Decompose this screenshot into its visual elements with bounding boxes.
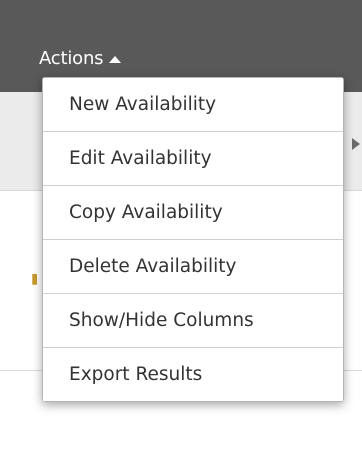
menu-item-new-availability[interactable]: New Availability (43, 78, 343, 132)
menu-item-label: Edit Availability (69, 148, 212, 169)
actions-dropdown-button[interactable]: Actions (39, 44, 122, 72)
menu-item-label: Export Results (69, 364, 203, 385)
actions-label: Actions (39, 47, 104, 69)
menu-item-label: New Availability (69, 94, 217, 115)
menu-item-edit-availability[interactable]: Edit Availability (43, 132, 343, 186)
menu-item-show-hide-columns[interactable]: Show/Hide Columns (43, 294, 343, 348)
page: Actions ▮ New Availability Edit Availabi… (0, 0, 362, 471)
menu-item-delete-availability[interactable]: Delete Availability (43, 240, 343, 294)
menu-item-copy-availability[interactable]: Copy Availability (43, 186, 343, 240)
actions-menu: New Availability Edit Availability Copy … (42, 77, 344, 402)
menu-item-export-results[interactable]: Export Results (43, 348, 343, 401)
menu-item-label: Delete Availability (69, 256, 237, 277)
menu-item-label: Show/Hide Columns (69, 310, 254, 331)
chevron-right-icon (352, 138, 360, 150)
menu-item-label: Copy Availability (69, 202, 223, 223)
caret-up-icon (109, 55, 122, 63)
row-indicator-icon: ▮ (31, 272, 37, 286)
